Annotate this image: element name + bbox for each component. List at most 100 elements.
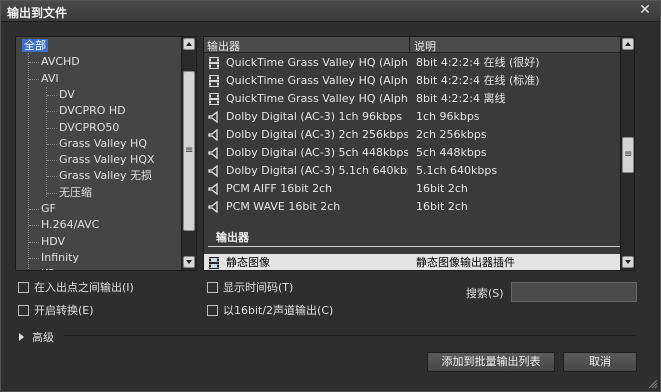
- exporter-row[interactable]: Dolby Digital (AC-3) 5ch 448kbps 5ch 448k…: [204, 144, 620, 162]
- exporter-description: 8bit 4:2:2:4 在线 (很好): [416, 56, 540, 69]
- exporter-row[interactable]: Dolby Digital (AC-3) 1ch 96kbps 1ch 96kbp…: [204, 108, 620, 126]
- tree-item-label: Grass Valley HQX: [59, 153, 155, 167]
- tree-item-label: Infinity: [41, 250, 79, 264]
- exporter-list: 输出器 说明 QuickTime Grass Valley HQ (Alpha)…: [203, 36, 635, 271]
- exporter-name: Dolby Digital (AC-3) 1ch 96kbps: [226, 110, 403, 123]
- tree-item[interactable]: AVCHD: [41, 54, 80, 70]
- film-icon: [209, 75, 219, 87]
- scroll-thumb[interactable]: [622, 137, 634, 173]
- tree-item-label: K2: [41, 267, 55, 270]
- exporter-description: 8bit 4:2:2:4 离线: [416, 92, 506, 105]
- tree-item-label: Grass Valley 无损: [59, 169, 153, 183]
- cancel-button[interactable]: 取消: [563, 352, 637, 372]
- tree-item[interactable]: DV: [59, 87, 75, 103]
- tree-item[interactable]: Grass Valley HQ: [59, 136, 147, 152]
- exporter-row[interactable]: Dolby Digital (AC-3) 5.1ch 640kbps 5.1ch …: [204, 162, 620, 180]
- tree-item-label: 无压缩: [59, 185, 92, 199]
- show-timecode-label: 显示时间码(T): [223, 281, 294, 294]
- dialog-title: 输出到文件: [7, 6, 68, 20]
- speaker-icon: [208, 183, 218, 195]
- column-exporter[interactable]: 输出器: [207, 38, 240, 54]
- speaker-icon: [208, 201, 218, 213]
- speaker-icon: [208, 129, 218, 141]
- category-tree: 全部 AVCHD AVI DV DVCPRO HD DVCPRO50 Grass Valle…: [15, 36, 197, 271]
- exporter-description: 8bit 4:2:2:4 在线 (标准): [416, 74, 540, 87]
- exporter-description: 16bit 2ch: [416, 200, 468, 213]
- exporter-description: 1ch 96kbps: [416, 110, 480, 123]
- exporter-row[interactable]: Dolby Digital (AC-3) 2ch 256kbps 2ch 256k…: [204, 126, 620, 144]
- exporter-name: QuickTime Grass Valley HQ (Alpha) ...: [226, 74, 408, 87]
- tree-item-label: DVCPRO HD: [59, 104, 126, 118]
- exporter-description: 2ch 256kbps: [416, 128, 487, 141]
- exporter-name: Dolby Digital (AC-3) 5ch 448kbps: [226, 146, 408, 159]
- tree-item[interactable]: GF: [41, 201, 56, 217]
- tree-scrollbar[interactable]: [181, 37, 196, 270]
- exporter-name: QuickTime Grass Valley HQ (Alpha) ...: [226, 56, 408, 69]
- search-input[interactable]: [511, 282, 637, 302]
- exporter-name: PCM WAVE 16bit 2ch: [226, 200, 341, 213]
- tree-item-label: HDV: [41, 234, 66, 248]
- film-icon: [209, 57, 219, 69]
- scroll-up-icon[interactable]: [183, 38, 195, 50]
- add-to-batch-button[interactable]: 添加到批量输出列表: [427, 352, 555, 372]
- exporter-name: PCM AIFF 16bit 2ch: [226, 182, 333, 195]
- tree-item-label: AVCHD: [41, 55, 80, 69]
- tree-item[interactable]: Grass Valley HQX: [59, 152, 155, 168]
- selected-exporter-row[interactable]: 静态图像 静态图像输出器插件: [204, 254, 620, 270]
- scroll-up-icon[interactable]: [622, 38, 634, 50]
- speaker-icon: [208, 111, 218, 123]
- close-icon[interactable]: ✕: [638, 3, 652, 17]
- checkbox-icon: [18, 305, 29, 316]
- exporter-row[interactable]: QuickTime Grass Valley HQ (Alpha) ... 8bi…: [204, 90, 620, 108]
- exporter-row[interactable]: PCM AIFF 16bit 2ch 16bit 2ch: [204, 180, 620, 198]
- list-header: 输出器 说明: [204, 37, 620, 53]
- tree-item[interactable]: AVI: [41, 71, 59, 87]
- scroll-down-icon[interactable]: [622, 256, 634, 268]
- enable-convert-checkbox[interactable]: 开启转换(E): [18, 304, 94, 318]
- resize-grip-icon[interactable]: [648, 379, 658, 389]
- export-16bit-label: 以16bit/2声道输出(C): [223, 304, 334, 317]
- checkbox-icon: [18, 282, 29, 293]
- column-description[interactable]: 说明: [414, 38, 436, 54]
- tree-item-label: H.264/AVC: [41, 218, 100, 232]
- tree-item[interactable]: 全部: [22, 38, 48, 54]
- exporter-row[interactable]: QuickTime Grass Valley HQ (Alpha) ... 8bi…: [204, 72, 620, 90]
- tree-item[interactable]: K2: [41, 266, 55, 270]
- tree-item[interactable]: H.264/AVC: [41, 217, 99, 233]
- tree-item-label: Grass Valley HQ: [59, 136, 147, 150]
- tree-item[interactable]: DVCPRO50: [59, 120, 119, 136]
- exporter-name: Dolby Digital (AC-3) 2ch 256kbps: [226, 128, 408, 141]
- tree-item[interactable]: DVCPRO HD: [59, 103, 126, 119]
- exporter-row[interactable]: QuickTime Grass Valley HQ (Alpha) ... 8bi…: [204, 54, 620, 72]
- exporter-description: 5ch 448kbps: [416, 146, 487, 159]
- tree-item[interactable]: Grass Valley 无损: [59, 168, 152, 184]
- export-16bit-checkbox[interactable]: 以16bit/2声道输出(C): [207, 304, 333, 318]
- list-scrollbar[interactable]: [620, 37, 634, 270]
- scroll-down-icon[interactable]: [183, 256, 195, 268]
- checkbox-icon: [207, 282, 218, 293]
- export-to-file-dialog: 输出到文件 ✕ 全部 AVCHD AVI DV DVCPRO HD DVCPRO50 Gra…: [0, 0, 661, 392]
- tree-item-label: GF: [41, 202, 56, 215]
- scroll-thumb[interactable]: [183, 71, 195, 231]
- exporter-description: 静态图像输出器插件: [416, 256, 515, 269]
- show-timecode-checkbox[interactable]: 显示时间码(T): [207, 281, 293, 295]
- advanced-toggle[interactable]: 高级: [19, 329, 54, 345]
- tree-item[interactable]: Infinity: [41, 250, 79, 266]
- in-out-label: 在入出点之间输出(I): [34, 281, 134, 294]
- expand-arrow-icon: [19, 333, 24, 341]
- checkbox-icon: [207, 305, 218, 316]
- exporter-row[interactable]: PCM WAVE 16bit 2ch 16bit 2ch: [204, 198, 620, 216]
- film-icon: [209, 257, 219, 269]
- enable-convert-label: 开启转换(E): [34, 304, 94, 317]
- group-divider: [208, 246, 620, 247]
- exporter-description: 5.1ch 640kbps: [416, 164, 498, 177]
- exporter-name: 静态图像: [226, 256, 270, 269]
- exporter-name: QuickTime Grass Valley HQ (Alpha) ...: [226, 92, 408, 105]
- speaker-icon: [208, 165, 218, 177]
- tree-item[interactable]: 无压缩: [59, 185, 92, 201]
- title-bar: 输出到文件 ✕: [1, 1, 660, 22]
- speaker-icon: [208, 147, 218, 159]
- tree-item[interactable]: HDV: [41, 234, 65, 250]
- exporter-description: 16bit 2ch: [416, 182, 468, 195]
- in-out-checkbox[interactable]: 在入出点之间输出(I): [18, 281, 134, 295]
